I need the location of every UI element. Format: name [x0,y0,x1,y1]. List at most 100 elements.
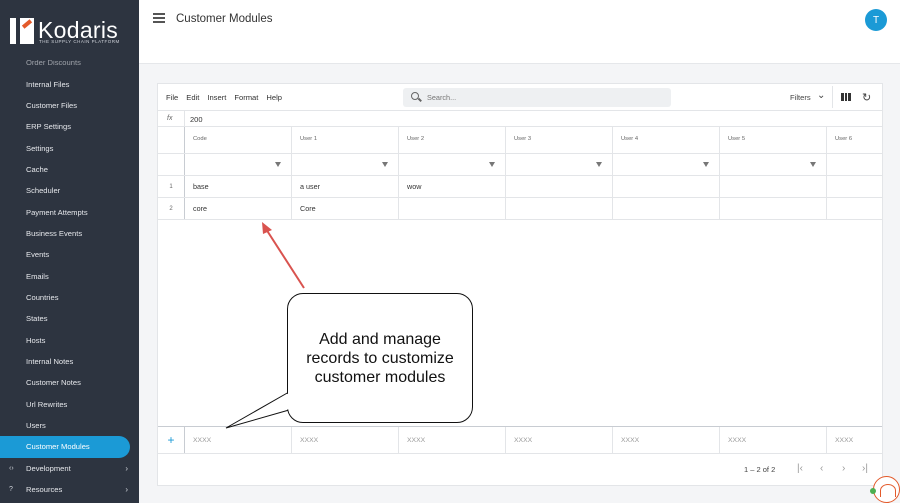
sidebar-group-resources[interactable]: ? Resources › [0,479,139,500]
new-row-cell[interactable]: XXXX [612,427,719,453]
add-row-icon[interactable]: + [158,427,184,453]
new-row-cell[interactable]: XXXX [291,427,398,453]
table-cell[interactable] [612,176,719,197]
search-icon [411,92,419,100]
search-box[interactable] [403,88,671,107]
column-header[interactable]: User 1 [291,127,398,153]
sidebar-group-label: Resources [26,485,63,495]
table-cell[interactable] [826,198,884,219]
sidebar-item-emails[interactable]: Emails [0,265,139,286]
last-page-icon[interactable]: ›| [862,463,868,474]
sidebar-item-label: Payment Attempts [26,207,88,217]
filter-icon[interactable] [489,162,495,167]
menu-file[interactable]: File [166,93,178,102]
row-number: 2 [169,205,173,212]
sidebar-item-customer-files[interactable]: Customer Files [0,95,139,116]
table-cell[interactable] [719,198,826,219]
next-page-icon[interactable]: › [842,463,845,474]
search-input[interactable] [427,91,657,104]
filter-row [158,153,882,175]
sidebar-item-label: Settings [26,143,54,153]
sidebar-item-cache[interactable]: Cache [0,159,139,180]
menu-insert[interactable]: Insert [207,93,226,102]
column-header[interactable]: User 3 [505,127,612,153]
column-filter-cell[interactable] [505,154,612,175]
filters-button[interactable]: Filters ⌄ [790,90,825,102]
column-header[interactable]: User 5 [719,127,826,153]
column-filter-cell[interactable] [719,154,826,175]
menu-format[interactable]: Format [234,93,258,102]
sidebar-item-events[interactable]: Events [0,244,139,265]
first-page-icon[interactable]: |‹ [797,463,803,474]
help-circle-icon: ? [9,486,13,494]
sidebar-item-business-events[interactable]: Business Events [0,223,139,244]
data-grid-card: File Edit Insert Format Help Filters ⌄ ↻… [157,83,883,486]
column-header[interactable]: Code [184,127,291,153]
sidebar-item-users[interactable]: Users [0,415,139,436]
column-filter-cell[interactable] [612,154,719,175]
column-filter-cell[interactable] [291,154,398,175]
sidebar-item-internal-files[interactable]: Internal Files [0,73,139,94]
column-filter-cell[interactable] [826,154,884,175]
formula-bar: fx 200 [158,110,882,127]
previous-page-icon[interactable]: ‹ [820,463,823,474]
sidebar-item-label: Internal Files [26,79,70,89]
filter-icon[interactable] [596,162,602,167]
table-cell[interactable] [826,176,884,197]
table-cell[interactable] [612,198,719,219]
new-row-cell[interactable]: XXXX [184,427,291,453]
sidebar-item-hosts[interactable]: Hosts [0,329,139,350]
table-cell[interactable]: core [184,198,291,219]
formula-input[interactable]: 200 [190,115,203,124]
columns-icon[interactable] [841,93,852,101]
menu-help[interactable]: Help [266,93,282,102]
sidebar-item-settings[interactable]: Settings [0,137,139,158]
filter-icon[interactable] [275,162,281,167]
column-header[interactable]: User 2 [398,127,505,153]
table-cell[interactable]: base [184,176,291,197]
sidebar-item-countries[interactable]: Countries [0,287,139,308]
sidebar-item-label: Cache [26,164,48,174]
table-cell[interactable] [505,198,612,219]
sidebar-item-states[interactable]: States [0,308,139,329]
sidebar-item-internal-notes[interactable]: Internal Notes [0,351,139,372]
table-cell[interactable] [398,198,505,219]
new-row-cell[interactable]: XXXX [719,427,826,453]
user-avatar[interactable]: T [865,9,887,31]
sidebar-item-customer-modules[interactable]: Customer Modules [0,436,130,458]
pagination-range: 1 – 2 of 2 [744,465,776,474]
column-header-row: Code User 1 User 2 User 3 User 4 User 5 User 6 [158,126,882,153]
column-header[interactable]: User 4 [612,127,719,153]
table-cell[interactable] [719,176,826,197]
new-row-cell[interactable]: XXXX [505,427,612,453]
table-cell[interactable] [505,176,612,197]
new-row-cell[interactable]: XXXX [398,427,505,453]
filter-icon[interactable] [382,162,388,167]
hamburger-menu-icon[interactable] [153,13,165,25]
filter-icon[interactable] [703,162,709,167]
column-filter-cell[interactable] [184,154,291,175]
sidebar-group-development[interactable]: ‹› Development › [0,458,139,479]
top-header: Customer Modules T [139,0,900,64]
new-row-cell[interactable]: XXXX [826,427,884,453]
table-cell[interactable]: Core [291,198,398,219]
menu-edit[interactable]: Edit [186,93,199,102]
chevron-right-icon: › [125,485,128,495]
table-cell[interactable]: a user [291,176,398,197]
row-number-filter [158,154,184,175]
sidebar-item-erp-settings[interactable]: ERP Settings [0,116,139,137]
column-header[interactable]: User 6 [826,127,884,153]
sidebar-item-payment-attempts[interactable]: Payment Attempts [0,201,139,222]
filter-icon[interactable] [810,162,816,167]
refresh-icon[interactable]: ↻ [862,91,871,104]
sidebar-group-label: Development [26,463,71,473]
column-filter-cell[interactable] [398,154,505,175]
formula-divider [184,111,185,127]
table-cell[interactable]: wow [398,176,505,197]
help-chat-button[interactable] [873,476,900,503]
brand-logo[interactable]: Kodaris THE SUPPLY CHAIN PLATFORM [0,0,139,60]
chevron-right-icon: › [125,463,128,473]
sidebar-item-url-rewrites[interactable]: Url Rewrites [0,394,139,415]
sidebar-item-scheduler[interactable]: Scheduler [0,180,139,201]
sidebar-item-customer-notes[interactable]: Customer Notes [0,372,139,393]
